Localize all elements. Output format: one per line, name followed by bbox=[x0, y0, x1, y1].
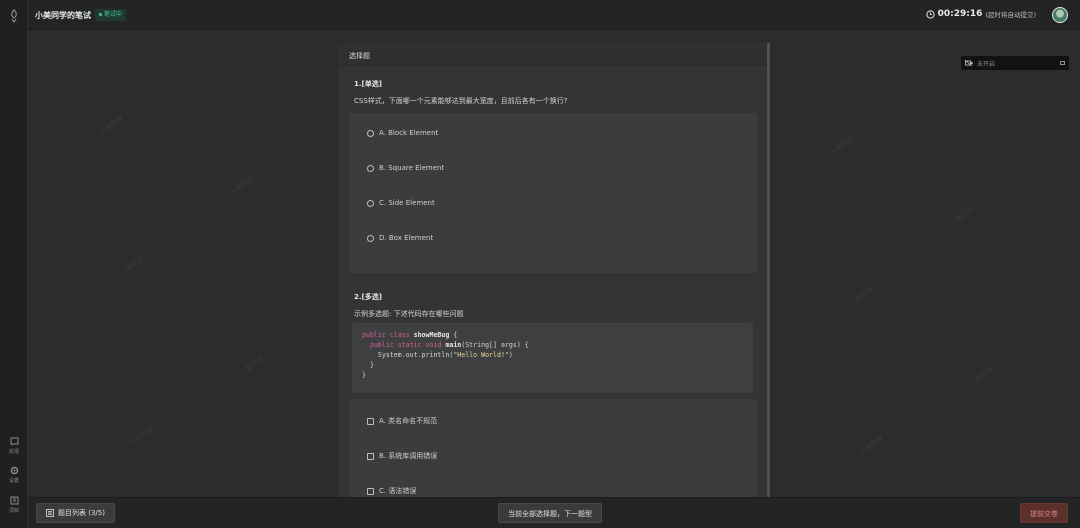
page-title: 小美同学的笔试 bbox=[35, 11, 91, 20]
option-label: D. Box Element bbox=[379, 234, 434, 242]
code-text: (String[] args) { bbox=[461, 341, 529, 349]
option-b[interactable]: B. Square Element bbox=[367, 164, 444, 172]
camera-widget[interactable]: 未开启 bbox=[961, 56, 1069, 70]
radio-icon[interactable] bbox=[367, 234, 374, 242]
rail-item-settings[interactable]: 设置 bbox=[0, 466, 28, 484]
option-label: B. 系统库调用错误 bbox=[379, 452, 438, 460]
radio-icon[interactable] bbox=[367, 164, 374, 172]
code-keyword: public static void bbox=[362, 341, 446, 349]
options-box: A. 类名命名不规范 B. 系统库调用错误 C. 语法错误 bbox=[349, 399, 757, 497]
code-text: } bbox=[362, 371, 366, 379]
question-2: 2.[多选] 示例多选题: 下述代码存在哪些问题 bbox=[354, 292, 464, 319]
rail-item-notice[interactable]: 须知 bbox=[0, 496, 28, 514]
question-number: 2.[多选] bbox=[354, 293, 382, 301]
option-label: C. Side Element bbox=[379, 199, 435, 207]
option-label: B. Square Element bbox=[379, 164, 445, 172]
question-1: 1.[单选] CSS样式，下面哪一个元素能够达到最大宽度，且前后各有一个换行? bbox=[354, 79, 568, 106]
question-text: CSS样式，下面哪一个元素能够达到最大宽度，且前后各有一个换行? bbox=[354, 97, 568, 105]
left-rail: 反馈 设置 须知 bbox=[0, 0, 28, 528]
watermark: 小美同学 bbox=[238, 354, 266, 378]
option-label: A. 类名命名不规范 bbox=[379, 417, 438, 425]
question-list-label: 题目列表 (3/5) bbox=[58, 509, 105, 517]
list-icon bbox=[46, 509, 54, 517]
countdown-timer: 00:29:16 (超时将自动提交) bbox=[926, 9, 1036, 19]
code-text: System.out.println( bbox=[362, 351, 454, 359]
option-a[interactable]: A. Block Element bbox=[367, 129, 438, 137]
watermark: 小美同学 bbox=[828, 134, 856, 158]
option-c[interactable]: C. 语法错误 bbox=[367, 486, 416, 496]
clock-icon bbox=[926, 9, 935, 19]
watermark: 小美同学 bbox=[128, 424, 156, 448]
code-keyword: public class bbox=[362, 331, 414, 339]
option-d[interactable]: D. Box Element bbox=[367, 234, 433, 242]
option-b[interactable]: B. 系统库调用错误 bbox=[367, 451, 437, 461]
timer-note: (超时将自动提交) bbox=[985, 11, 1036, 19]
code-block: public class showMeBug { public static v… bbox=[352, 323, 753, 393]
feedback-icon bbox=[10, 437, 18, 446]
section-title: 选择题 bbox=[338, 43, 767, 66]
watermark: 小美同学 bbox=[98, 114, 126, 138]
timer-value: 00:29:16 bbox=[937, 9, 983, 19]
checkbox-icon[interactable] bbox=[367, 452, 374, 460]
code-text: ) bbox=[508, 351, 513, 359]
code-text: } bbox=[362, 361, 374, 369]
status-badge: 笔试中 bbox=[95, 9, 127, 21]
status-dot-icon bbox=[99, 13, 102, 16]
status-text: 笔试中 bbox=[104, 11, 123, 18]
question-text: 示例多选题: 下述代码存在哪些问题 bbox=[354, 310, 464, 318]
checkbox-icon[interactable] bbox=[367, 487, 374, 495]
notice-icon bbox=[10, 496, 18, 505]
rail-label-settings: 设置 bbox=[8, 478, 19, 484]
rail-item-feedback[interactable]: 反馈 bbox=[0, 437, 28, 455]
question-panel[interactable]: 选择题 1.[单选] CSS样式，下面哪一个元素能够达到最大宽度，且前后各有一个… bbox=[338, 43, 770, 497]
submit-button[interactable]: 提前交卷 bbox=[1020, 503, 1068, 523]
radio-icon[interactable] bbox=[367, 129, 374, 137]
camera-status-text: 未开启 bbox=[977, 60, 996, 68]
watermark: 小美同学 bbox=[228, 174, 256, 198]
options-box: A. Block Element B. Square Element C. Si… bbox=[349, 113, 757, 273]
option-label: C. 语法错误 bbox=[379, 487, 417, 495]
next-type-button[interactable]: 当前全部选择题，下一题型 bbox=[498, 503, 602, 523]
avatar[interactable] bbox=[1052, 7, 1068, 23]
code-method-name: main bbox=[445, 341, 462, 349]
question-list-button[interactable]: 题目列表 (3/5) bbox=[36, 503, 115, 523]
watermark: 小美同学 bbox=[118, 254, 146, 278]
camera-off-icon bbox=[965, 60, 973, 66]
expand-icon[interactable] bbox=[1060, 61, 1065, 65]
checkbox-icon[interactable] bbox=[367, 417, 374, 425]
option-a[interactable]: A. 类名命名不规范 bbox=[367, 416, 437, 426]
code-string: "Hello World!" bbox=[453, 351, 509, 359]
top-header: 小美同学的笔试 笔试中 00:29:16 (超时将自动提交) bbox=[28, 0, 1080, 30]
logo-icon bbox=[11, 9, 17, 23]
question-number: 1.[单选] bbox=[354, 80, 382, 88]
watermark: 小美同学 bbox=[848, 284, 876, 308]
watermark: 小美同学 bbox=[948, 204, 976, 228]
watermark: 小美同学 bbox=[858, 434, 886, 458]
rail-label-notice: 须知 bbox=[8, 508, 19, 514]
option-label: A. Block Element bbox=[379, 129, 439, 137]
watermark: 小美同学 bbox=[968, 364, 996, 388]
code-text: { bbox=[449, 331, 458, 339]
bottom-bar: 题目列表 (3/5) 当前全部选择题，下一题型 提前交卷 bbox=[28, 497, 1080, 528]
rail-label-feedback: 反馈 bbox=[8, 449, 19, 455]
code-class-name: showMeBug bbox=[413, 331, 450, 339]
option-c[interactable]: C. Side Element bbox=[367, 199, 435, 207]
gear-icon bbox=[10, 466, 18, 475]
radio-icon[interactable] bbox=[367, 199, 374, 207]
